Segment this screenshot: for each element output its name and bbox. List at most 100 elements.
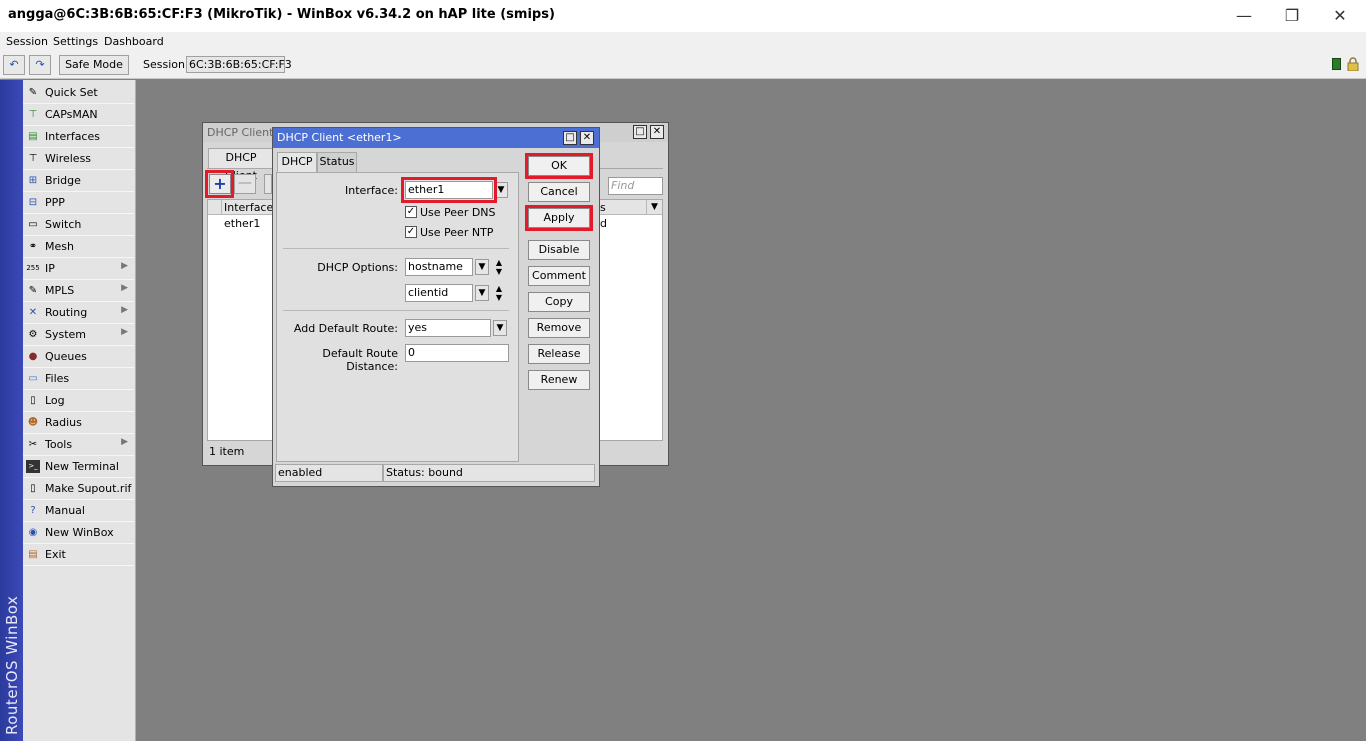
tab-dhcp[interactable]: DHCP — [277, 152, 317, 172]
cancel-button[interactable]: Cancel — [528, 182, 590, 202]
default-route-distance-input[interactable]: 0 — [405, 344, 509, 362]
winbox-icon: ◉ — [28, 527, 38, 538]
sidebar-item-new-terminal[interactable]: >_ New Terminal — [23, 456, 134, 478]
sidebar-item-manual[interactable]: ? Manual — [23, 500, 134, 522]
sidebar-item-label: CAPsMAN — [45, 108, 98, 121]
sidebar-item-exit[interactable]: ▤ Exit — [23, 544, 134, 566]
tools-icon: ✂ — [28, 439, 38, 450]
quickset-icon: ✎ — [28, 87, 38, 98]
sidebar-item-label: Wireless — [45, 152, 92, 165]
list-window-restore-button[interactable]: □ — [633, 125, 647, 139]
dhcp-option-2-dropdown-icon[interactable]: ▼ — [475, 285, 489, 301]
menu-settings[interactable]: Settings — [53, 35, 98, 48]
sidebar-item-quick-set[interactable]: ✎ Quick Set — [23, 82, 134, 104]
edit-window-restore-button[interactable]: □ — [563, 131, 577, 145]
sidebar-item-queues[interactable]: ● Queues — [23, 346, 134, 368]
tab-dhcp-client[interactable]: DHCP Client — [208, 148, 274, 182]
sidebar: ✎ Quick Set ⊤ CAPsMAN ▤ Interfaces ⊤ Wireles… — [23, 80, 136, 741]
files-icon: ▭ — [28, 373, 38, 384]
add-default-route-select[interactable]: yes — [405, 319, 491, 337]
use-peer-ntp-checkbox[interactable]: ✓ — [405, 226, 417, 238]
sidebar-item-radius[interactable]: ☻ Radius — [23, 412, 134, 434]
remove-button[interactable]: Remove — [528, 318, 590, 338]
chevron-right-icon: ▶ — [121, 283, 128, 293]
sidebar-item-label: Log — [45, 394, 65, 407]
sidebar-item-tools[interactable]: ✂ Tools ▶ — [23, 434, 134, 456]
minimize-button[interactable]: — — [1221, 0, 1267, 32]
renew-button[interactable]: Renew — [528, 370, 590, 390]
edit-window-close-button[interactable]: ✕ — [580, 131, 594, 145]
sidebar-item-switch[interactable]: ▭ Switch — [23, 214, 134, 236]
mesh-icon: ⚭ — [28, 241, 38, 252]
add-default-route-label: Add Default Route: — [293, 322, 398, 335]
undo-icon[interactable]: ↶ — [3, 55, 25, 75]
status-enabled: enabled — [275, 464, 383, 482]
release-button[interactable]: Release — [528, 344, 590, 364]
divider — [283, 310, 509, 311]
tab-status[interactable]: Status — [317, 152, 357, 172]
sidebar-item-bridge[interactable]: ⊞ Bridge — [23, 170, 134, 192]
lock-icon — [1347, 57, 1359, 72]
bridge-icon: ⊞ — [28, 175, 38, 186]
sidebar-item-system[interactable]: ⚙ System ▶ — [23, 324, 134, 346]
enable-icon[interactable] — [264, 174, 272, 194]
sidebar-item-label: New WinBox — [45, 526, 114, 539]
dhcp-options-label: DHCP Options: — [317, 261, 398, 274]
sidebar-item-mpls[interactable]: ✎ MPLS ▶ — [23, 280, 134, 302]
sidebar-item-wireless[interactable]: ⊤ Wireless — [23, 148, 134, 170]
sidebar-item-routing[interactable]: ✕ Routing ▶ — [23, 302, 134, 324]
redo-icon[interactable]: ↷ — [29, 55, 51, 75]
dhcp-client-edit-window: DHCP Client <ether1> □ ✕ DHCP Status Int… — [272, 127, 600, 487]
comment-button[interactable]: Comment — [528, 266, 590, 286]
menu-dashboard[interactable]: Dashboard — [104, 35, 164, 48]
dhcp-option-2-select[interactable]: clientid — [405, 284, 473, 302]
column-chooser-icon[interactable]: ▼ — [646, 200, 662, 215]
sidebar-item-log[interactable]: ▯ Log — [23, 390, 134, 412]
sidebar-item-mesh[interactable]: ⚭ Mesh — [23, 236, 134, 258]
sidebar-item-ppp[interactable]: ⊟ PPP — [23, 192, 134, 214]
safe-mode-button[interactable]: Safe Mode — [59, 55, 129, 75]
dhcp-option-1-move-icon[interactable]: ▲ ▼ — [494, 258, 504, 276]
sidebar-item-ip[interactable]: 255 IP ▶ — [23, 258, 134, 280]
capsman-icon: ⊤ — [28, 109, 38, 120]
menu-session[interactable]: Session — [6, 35, 48, 48]
sidebar-item-capsman[interactable]: ⊤ CAPsMAN — [23, 104, 134, 126]
sidebar-item-files[interactable]: ▭ Files — [23, 368, 134, 390]
edit-window-title: DHCP Client <ether1> — [277, 131, 402, 144]
system-icon: ⚙ — [28, 329, 38, 340]
sidebar-item-new-winbox[interactable]: ◉ New WinBox — [23, 522, 134, 544]
copy-button[interactable]: Copy — [528, 292, 590, 312]
brand-strip: RouterOS WinBox — [0, 80, 23, 741]
switch-icon: ▭ — [28, 219, 38, 230]
sidebar-item-make-supout[interactable]: ▯ Make Supout.rif — [23, 478, 134, 500]
disable-button[interactable]: Disable — [528, 240, 590, 260]
use-peer-dns-checkbox[interactable]: ✓ — [405, 206, 417, 218]
column-status[interactable]: s — [600, 201, 606, 214]
dhcp-option-1-select[interactable]: hostname — [405, 258, 473, 276]
close-button[interactable]: ✕ — [1317, 0, 1363, 32]
app-titlebar: angga@6C:3B:6B:65:CF:F3 (MikroTik) - Win… — [0, 0, 1366, 32]
dhcp-option-1-dropdown-icon[interactable]: ▼ — [475, 259, 489, 275]
edit-window-titlebar[interactable]: DHCP Client <ether1> □ ✕ — [273, 128, 599, 148]
chevron-right-icon: ▶ — [121, 261, 128, 271]
column-interface[interactable]: Interface — [224, 201, 273, 214]
supout-icon: ▯ — [30, 483, 36, 494]
list-window-close-button[interactable]: ✕ — [650, 125, 664, 139]
dhcp-option-2-move-icon[interactable]: ▲ ▼ — [494, 284, 504, 302]
brand-label: RouterOS WinBox — [3, 595, 21, 735]
log-icon: ▯ — [30, 395, 36, 406]
sidebar-item-label: System — [45, 328, 87, 341]
find-input[interactable]: Find — [608, 177, 663, 195]
sidebar-item-label: Tools — [45, 438, 73, 451]
ip-icon: 255 — [26, 264, 40, 272]
wireless-icon: ⊤ — [28, 153, 38, 164]
add-default-route-dropdown-icon[interactable]: ▼ — [493, 320, 507, 336]
terminal-icon: >_ — [26, 460, 40, 473]
chevron-right-icon: ▶ — [121, 305, 128, 315]
remove-icon[interactable]: — — [234, 174, 256, 194]
sidebar-item-label: Queues — [45, 350, 87, 363]
sidebar-item-label: Routing — [45, 306, 88, 319]
status-indicator-icon — [1332, 58, 1341, 70]
maximize-button[interactable]: ❐ — [1269, 0, 1315, 32]
sidebar-item-interfaces[interactable]: ▤ Interfaces — [23, 126, 134, 148]
